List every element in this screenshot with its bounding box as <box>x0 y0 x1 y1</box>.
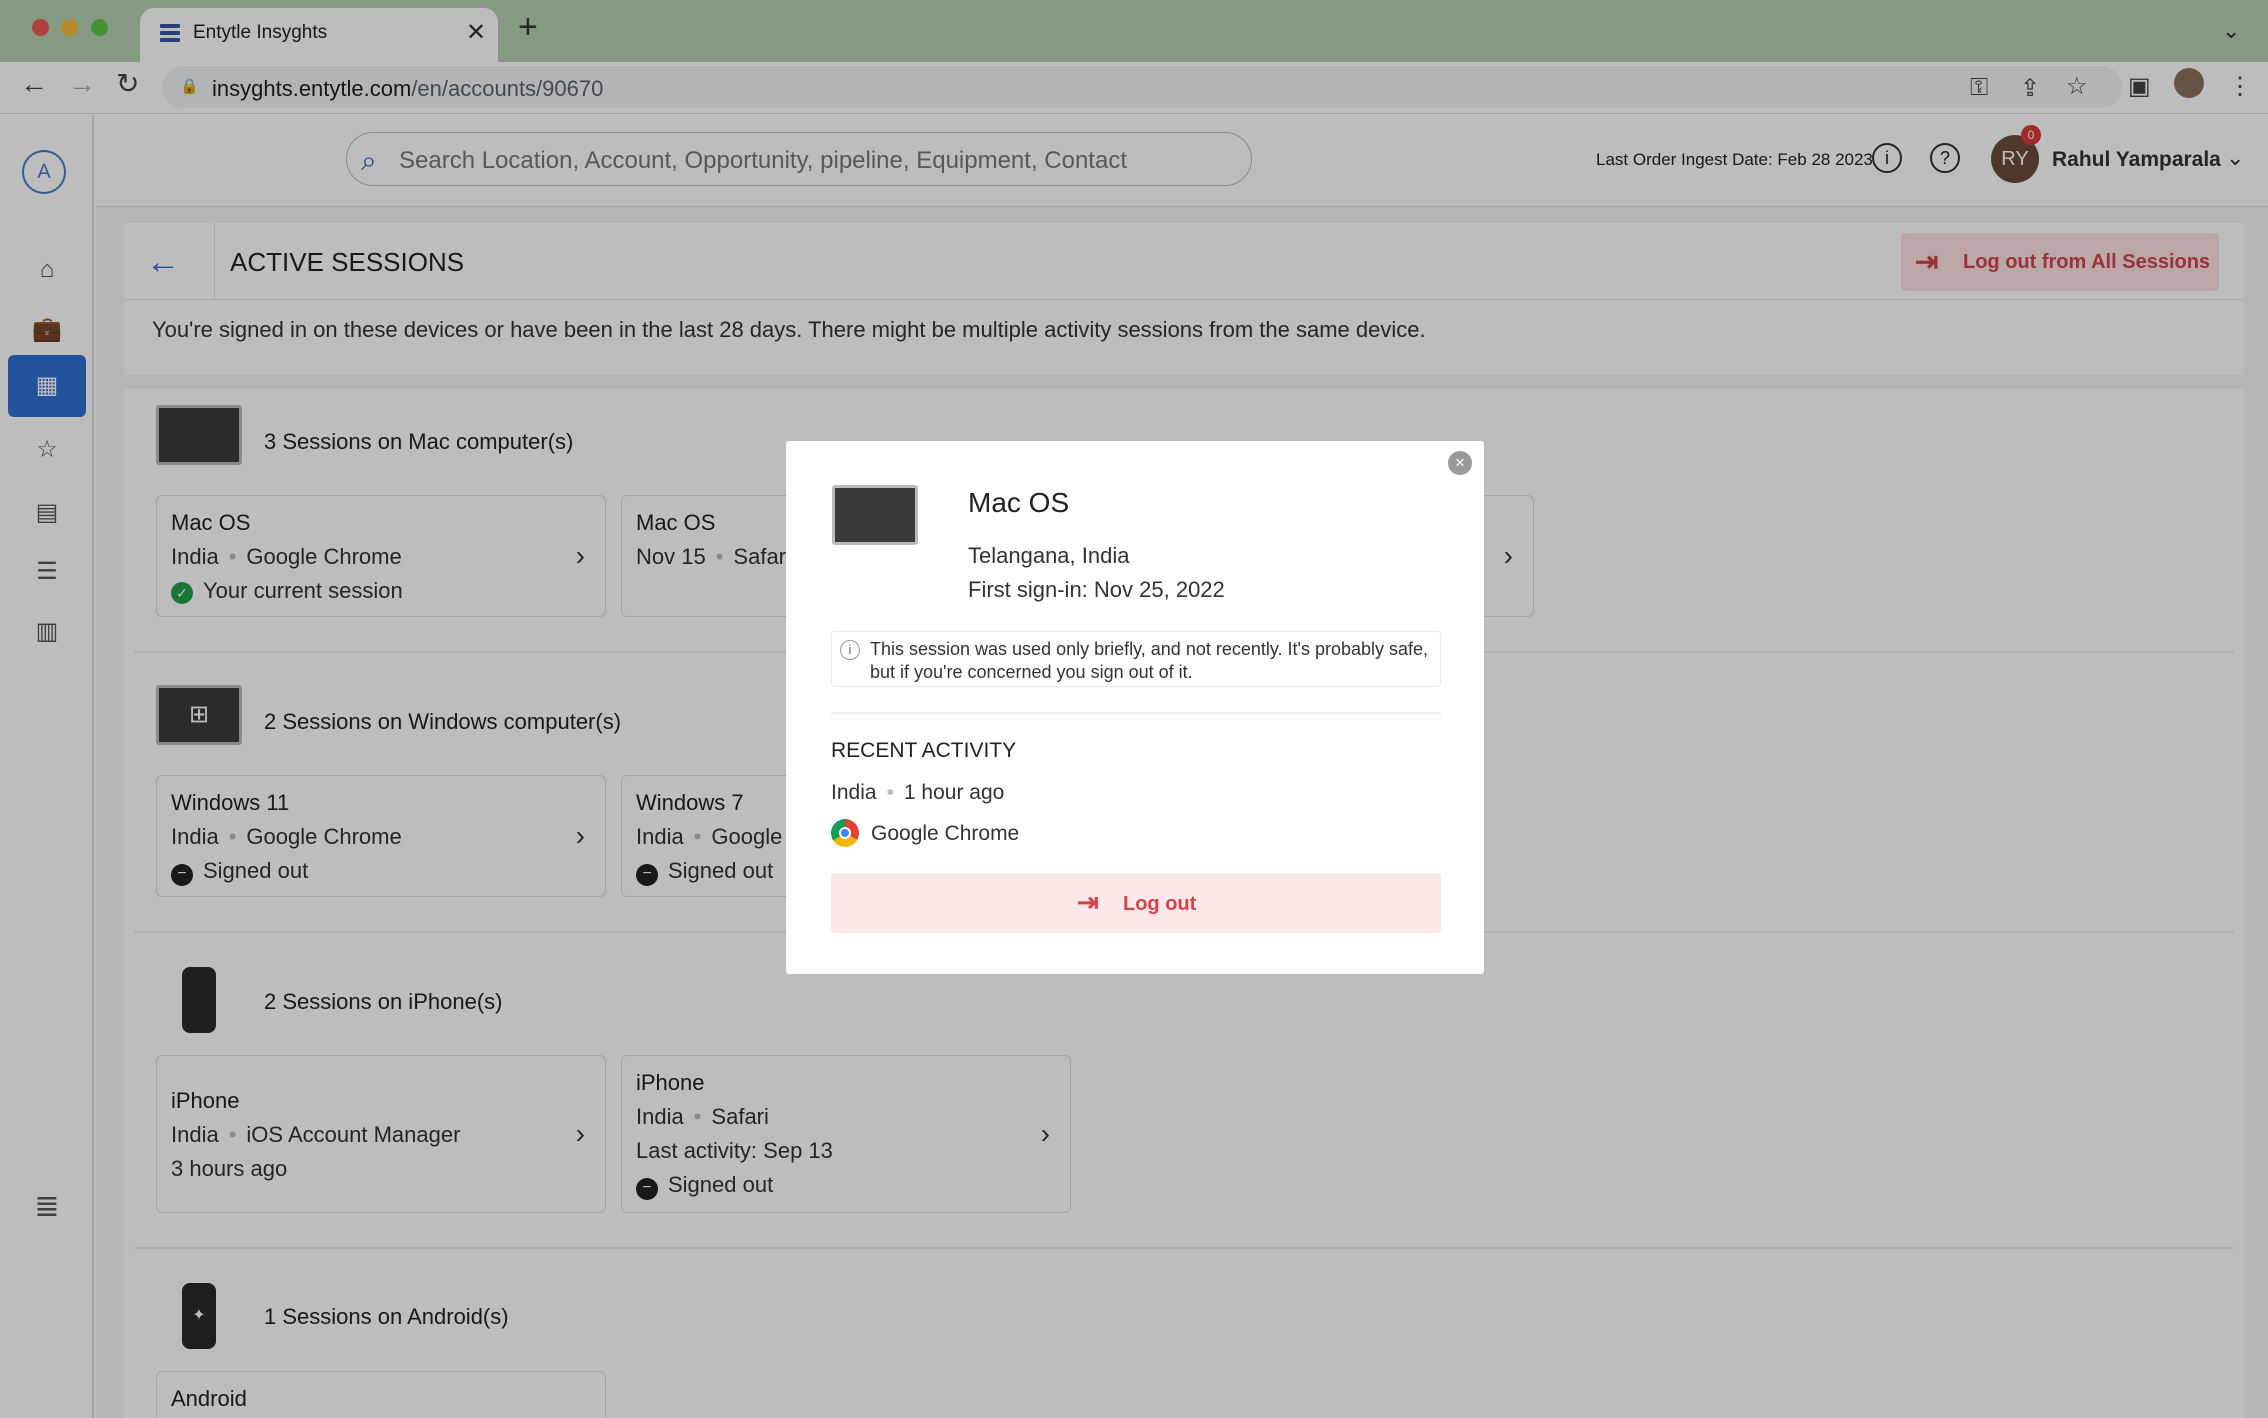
modal-note: i This session was used only briefly, an… <box>831 631 1441 687</box>
info-icon: i <box>840 640 860 660</box>
modal-os-name: Mac OS <box>968 487 1070 518</box>
modal-first-signin: First sign-in: Nov 25, 2022 <box>968 577 1225 602</box>
recent-activity-heading: RECENT ACTIVITY <box>831 739 1017 762</box>
modal-location: Telangana, India <box>968 543 1130 568</box>
logout-icon: ⇥ <box>1077 887 1099 917</box>
recent-activity-row: India • 1 hour ago <box>831 781 1005 804</box>
session-details-modal: × Mac OS Telangana, India First sign-in:… <box>786 441 1484 974</box>
close-icon[interactable]: × <box>1448 451 1472 475</box>
divider <box>831 712 1441 714</box>
mac-laptop-icon <box>832 485 918 545</box>
logout-button[interactable]: ⇥ Log out <box>831 873 1441 933</box>
recent-browser: Google Chrome <box>871 822 1020 845</box>
chrome-icon <box>831 819 859 847</box>
